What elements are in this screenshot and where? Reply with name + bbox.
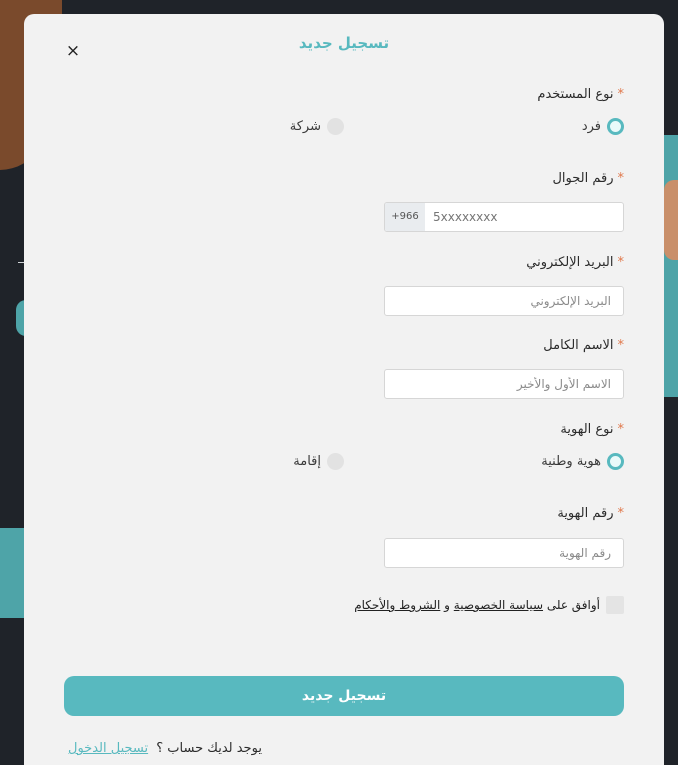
id-type-label: *نوع الهوية bbox=[560, 422, 624, 437]
id-type-radio-group: هوية وطنية إقامة bbox=[293, 453, 624, 470]
full-name-input[interactable] bbox=[384, 369, 624, 399]
id-number-label: *رقم الهوية bbox=[557, 506, 624, 521]
required-marker: * bbox=[617, 87, 625, 102]
full-name-label: *الاسم الكامل bbox=[543, 338, 624, 353]
user-type-radio-group: فرد شركة bbox=[290, 118, 624, 135]
background-decoration bbox=[664, 180, 678, 260]
radio-option-national-id[interactable]: هوية وطنية bbox=[344, 453, 624, 470]
privacy-policy-link[interactable]: سياسة الخصوصية bbox=[454, 598, 543, 612]
radio-residency[interactable] bbox=[327, 453, 344, 470]
user-type-label: *نوع المستخدم bbox=[537, 87, 624, 102]
terms-checkbox[interactable] bbox=[606, 596, 624, 614]
register-button[interactable]: تسجيل جديد bbox=[64, 676, 624, 716]
id-number-input[interactable] bbox=[384, 538, 624, 568]
login-prompt: يوجد لديك حساب ؟ تسجيل الدخول bbox=[68, 741, 262, 756]
terms-agreement: أوافق على سياسة الخصوصية و الشروط والأحك… bbox=[354, 596, 624, 614]
radio-option-individual[interactable]: فرد bbox=[344, 118, 624, 135]
close-icon[interactable]: × bbox=[64, 42, 82, 60]
radio-option-residency[interactable]: إقامة bbox=[293, 453, 344, 470]
phone-country-prefix: +966 bbox=[385, 203, 425, 231]
background-decoration bbox=[0, 528, 24, 618]
background-decoration bbox=[664, 135, 678, 397]
radio-option-company[interactable]: شركة bbox=[290, 118, 344, 135]
registration-modal: تسجيل جديد × *نوع المستخدم فرد شركة *رقم… bbox=[24, 14, 664, 765]
modal-title: تسجيل جديد bbox=[298, 34, 390, 52]
phone-field: +966 bbox=[384, 202, 624, 232]
email-label: *البريد الإلكتروني bbox=[526, 255, 624, 270]
radio-national-id[interactable] bbox=[607, 453, 624, 470]
terms-link[interactable]: الشروط والأحكام bbox=[354, 598, 440, 612]
email-input[interactable] bbox=[384, 286, 624, 316]
login-link[interactable]: تسجيل الدخول bbox=[68, 741, 148, 756]
phone-label: *رقم الجوال bbox=[552, 171, 624, 186]
phone-input[interactable] bbox=[425, 203, 623, 231]
radio-individual[interactable] bbox=[607, 118, 624, 135]
radio-company[interactable] bbox=[327, 118, 344, 135]
